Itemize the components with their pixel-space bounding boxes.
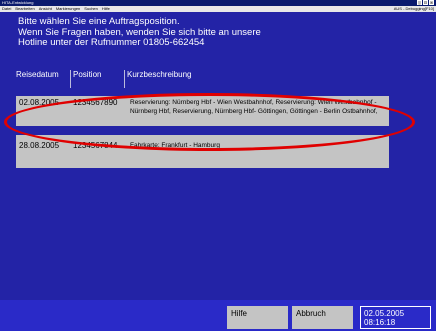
cancel-button[interactable]: Abbruch [292,306,353,329]
column-divider [70,70,71,88]
datetime-display: 02.05.2005 08:16:18 [360,306,431,329]
row-description: Reservierung: Nürnberg Hbf - Wien Westba… [130,98,378,116]
current-date: 02.05.2005 [364,309,405,318]
row-description-line-1: Fahrkarte: Frankfurt - Hamburg [130,142,220,149]
help-button[interactable]: Hilfe [227,306,288,329]
minimize-icon[interactable]: _ [417,0,422,5]
instruction-line-3: Hotline unter der Rufnummer 01805-662454 [18,37,205,48]
row-date: 02.08.2005 [19,98,60,107]
row-description-line-2: Nürnberg Hbf, Reservierung, Nürnberg Hbf… [130,108,378,115]
row-description-line-1: Reservierung: Nürnberg Hbf - Wien Westba… [130,99,377,106]
column-header-date[interactable]: Reisedatum [16,70,59,79]
instruction-line-1: Bitte wählen Sie eine Auftragsposition. [18,16,180,27]
column-divider [124,70,125,88]
instruction-text: Bitte wählen Sie eine Auftragsposition. … [18,16,261,49]
maximize-icon[interactable]: □ [423,0,428,5]
table-row[interactable]: 02.08.2005 1234567890 Reservierung: Nürn… [16,96,389,126]
close-icon[interactable]: × [429,0,434,5]
current-time: 08:16:18 [364,318,396,327]
row-position: 1234567890 [73,98,118,107]
row-description: Fahrkarte: Frankfurt - Hamburg [130,141,220,150]
column-header-description[interactable]: Kurzbeschreibung [127,70,191,79]
table-row[interactable]: 28.08.2005 1234567844 Fahrkarte: Frankfu… [16,135,389,168]
window-controls: _ □ × [417,0,434,5]
window-title: HITA-Entwicklung [2,0,34,5]
row-date: 28.08.2005 [19,141,60,150]
row-position: 1234567844 [73,141,118,150]
column-header-position[interactable]: Position [73,70,101,79]
